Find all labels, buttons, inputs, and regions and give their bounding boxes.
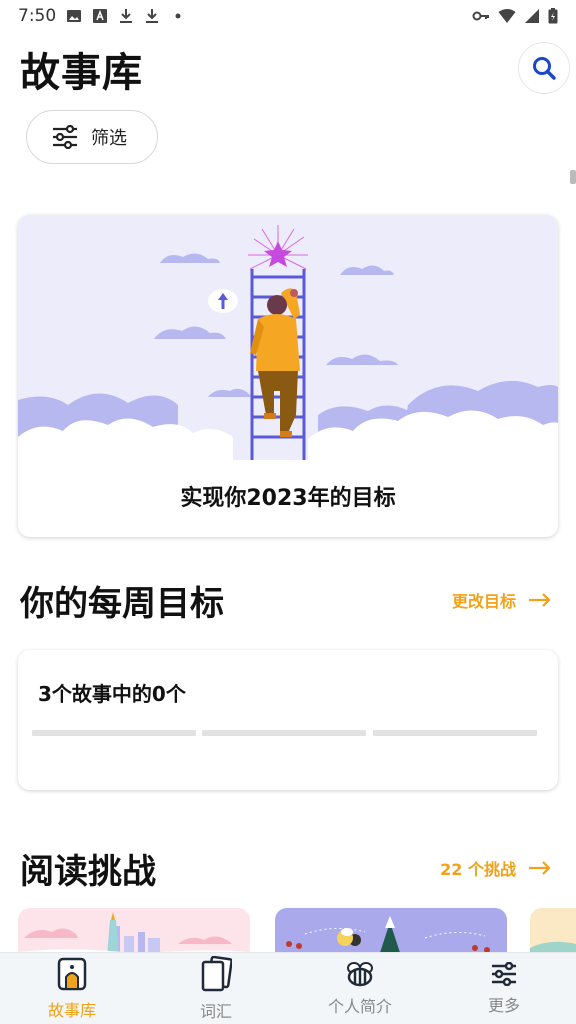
filter-label: 筛选 — [91, 128, 127, 149]
challenges-count-label: 22 个挑战 — [440, 860, 516, 879]
wifi-icon — [498, 9, 516, 23]
nav-item-profile[interactable]: 个人简介 — [288, 953, 432, 1024]
ladder-climber-illustration — [18, 225, 558, 460]
sliders-icon — [492, 961, 516, 986]
filter-sliders-icon — [53, 125, 77, 149]
nav-item-more[interactable]: 更多 — [432, 953, 576, 1024]
cards-icon — [201, 955, 232, 991]
change-goal-link[interactable]: 更改目标 — [452, 588, 552, 612]
search-icon — [533, 57, 556, 80]
nav-label-more: 更多 — [487, 995, 520, 1015]
weekly-goal-heading: 你的每周目标 — [20, 584, 224, 624]
challenges-count-link[interactable]: 22 个挑战 — [440, 856, 552, 880]
clock: 7:50 — [18, 6, 57, 26]
nav-item-library[interactable]: 故事库 — [0, 953, 144, 1024]
change-goal-label: 更改目标 — [451, 592, 516, 611]
app-notification-icon — [93, 9, 108, 23]
weekly-goal-card[interactable]: 3个故事中的0个 — [18, 650, 558, 790]
progress-segment-1 — [32, 730, 196, 736]
nav-label-library: 故事库 — [47, 1000, 96, 1020]
reading-challenges-heading: 阅读挑战 — [20, 852, 156, 892]
goal-card-title: 实现你2023年的目标 — [180, 486, 396, 511]
more-notifications-dot-icon — [175, 13, 181, 19]
weekly-progress-text: 3个故事中的0个 — [38, 682, 186, 706]
nav-label-profile: 个人简介 — [327, 996, 392, 1016]
page-title: 故事库 — [20, 50, 143, 96]
download-icon — [120, 9, 133, 23]
bee-icon — [347, 961, 373, 986]
progress-segment-3 — [373, 730, 537, 736]
battery-icon — [548, 8, 558, 24]
arrow-right-icon — [529, 593, 551, 607]
yearly-goal-card[interactable]: 实现你2023年的目标 — [18, 215, 558, 537]
image-notification-icon — [67, 10, 82, 22]
scrollbar-thumb[interactable] — [570, 170, 576, 184]
vpn-key-icon — [472, 11, 489, 21]
status-bar-left: 7:50 — [18, 6, 186, 26]
cell-signal-icon — [525, 9, 539, 23]
nav-label-vocabulary: 词汇 — [199, 1001, 232, 1021]
nav-item-vocabulary[interactable]: 词汇 — [144, 953, 288, 1024]
status-bar-right — [472, 8, 558, 24]
library-icon — [57, 957, 87, 990]
app-screen: 7:50 故事库 筛选 实现你2023年的目标 你的每周目标 更改目标 3个故事… — [0, 0, 576, 1024]
progress-segment-2 — [202, 730, 366, 736]
bottom-navigation: 故事库 词汇 个人简介 更多 — [0, 952, 576, 1024]
arrow-right-icon — [529, 861, 551, 875]
goal-illustration — [18, 215, 558, 460]
download-icon — [146, 9, 159, 23]
filter-button[interactable]: 筛选 — [26, 110, 158, 164]
search-button[interactable] — [518, 42, 570, 94]
status-bar: 7:50 — [0, 0, 576, 32]
